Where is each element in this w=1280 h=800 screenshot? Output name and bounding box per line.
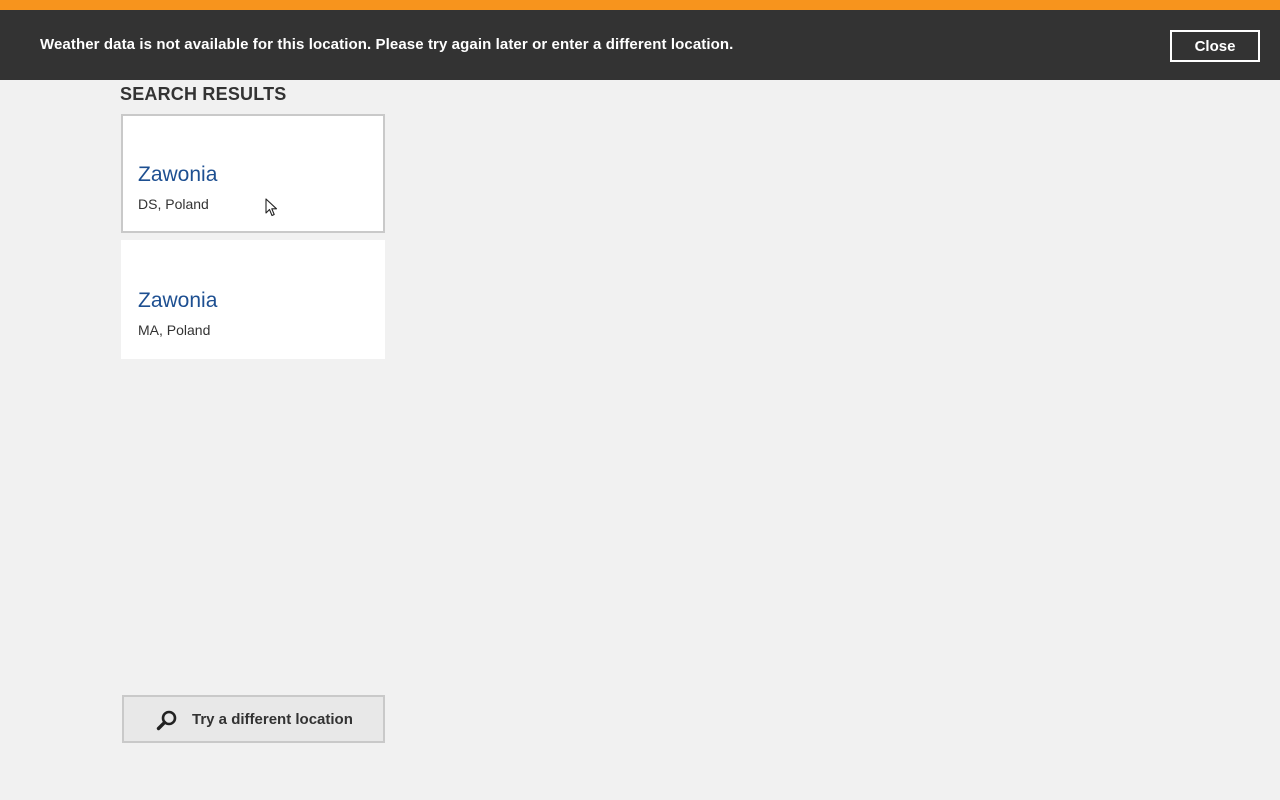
result-region: MA, Poland xyxy=(138,322,211,338)
close-button[interactable]: Close xyxy=(1170,30,1260,62)
notification-message: Weather data is not available for this l… xyxy=(40,36,734,53)
result-city: Zawonia xyxy=(138,163,218,186)
try-different-location-label: Try a different location xyxy=(192,711,353,728)
accent-bar xyxy=(0,0,1280,10)
search-result-tile[interactable]: Zawonia MA, Poland xyxy=(121,240,385,359)
result-city: Zawonia xyxy=(138,289,218,312)
mouse-pointer-icon xyxy=(265,198,278,217)
notification-bar: Weather data is not available for this l… xyxy=(0,10,1280,80)
search-icon xyxy=(156,710,177,731)
search-result-tile[interactable]: Zawonia DS, Poland xyxy=(121,114,385,233)
try-different-location-button[interactable]: Try a different location xyxy=(122,695,385,743)
result-region: DS, Poland xyxy=(138,196,209,212)
search-results-title: SEARCH RESULTS xyxy=(120,84,287,104)
